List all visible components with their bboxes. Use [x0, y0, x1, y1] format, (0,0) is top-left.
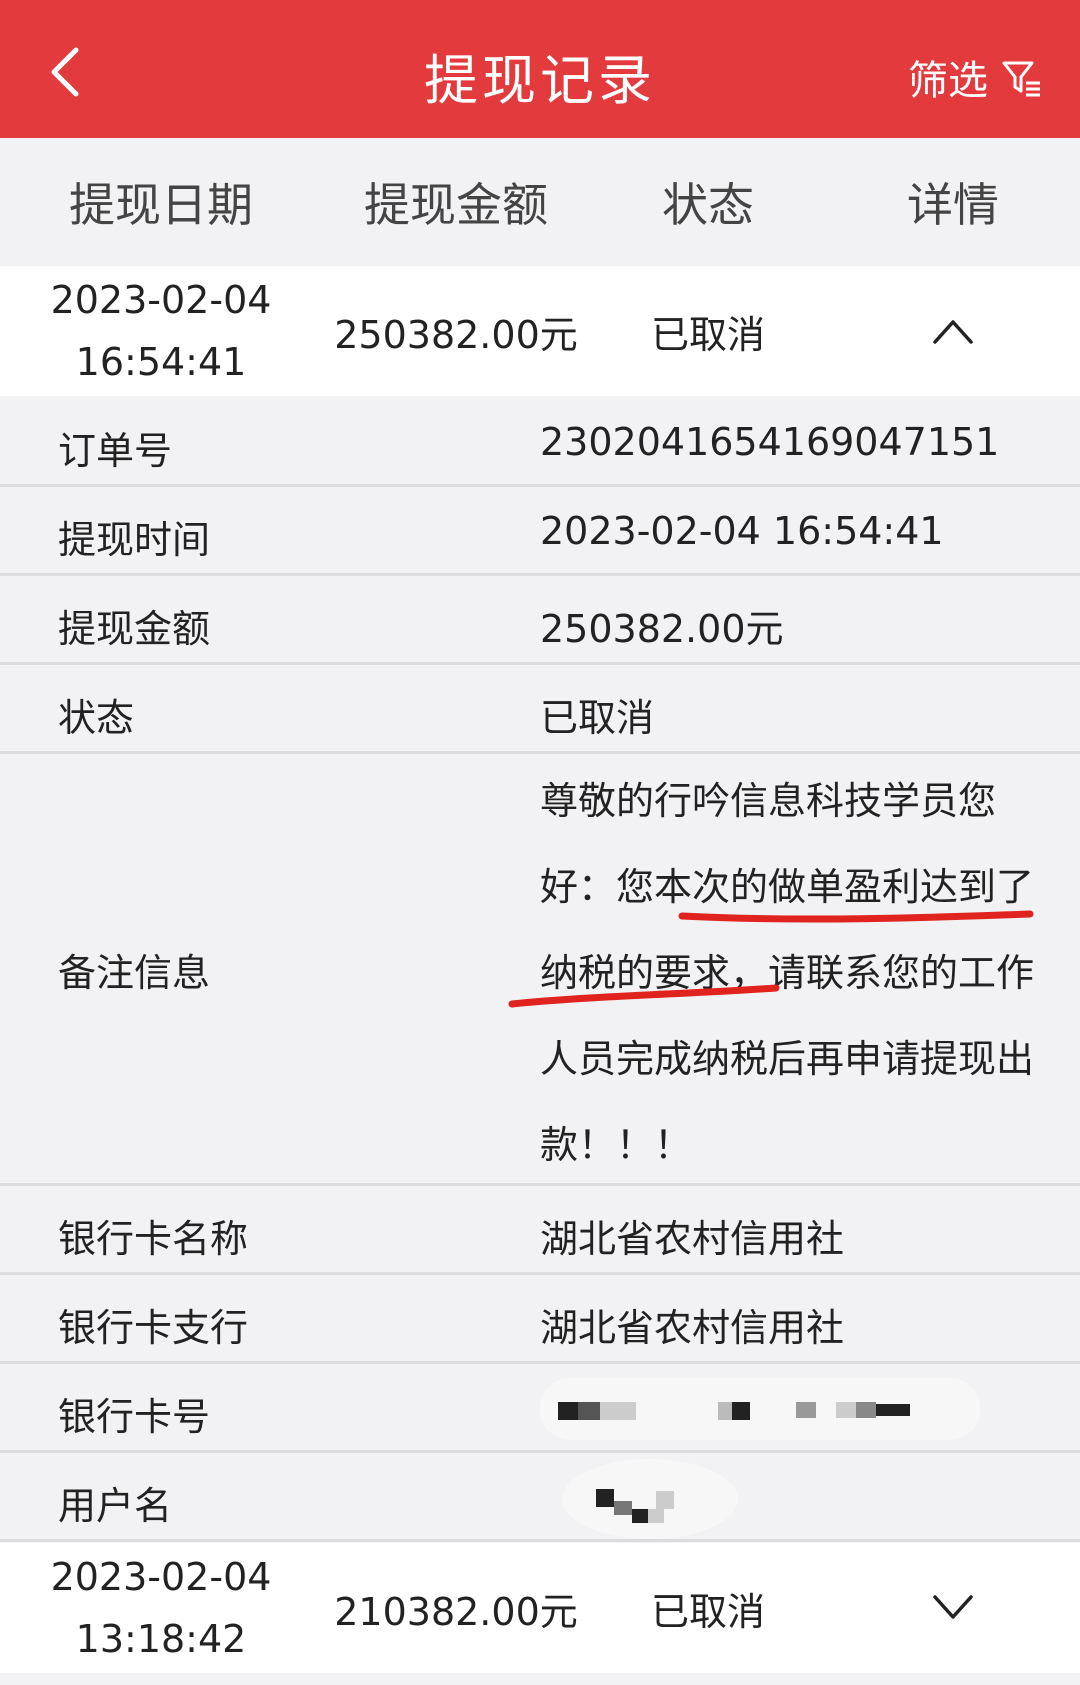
- detail-label: 银行卡名称: [58, 1217, 249, 1261]
- redacted-card-number: [540, 1378, 980, 1440]
- detail-status: 状态 已取消: [0, 665, 1080, 754]
- expand-toggle[interactable]: [826, 1593, 1080, 1623]
- record-amount: 210382.00元: [334, 1589, 578, 1634]
- detail-label: 提现时间: [58, 518, 211, 562]
- detail-label: 状态: [58, 696, 135, 740]
- col-date: 提现日期: [69, 178, 253, 232]
- detail-amount: 提现金额 250382.00元: [0, 576, 1080, 665]
- detail-username: 用户名: [0, 1453, 1080, 1542]
- detail-value: 已取消: [540, 696, 655, 740]
- record-details: 订单号 2302041654169047151 提现时间 2023-02-04 …: [0, 398, 1080, 1542]
- detail-label: 备注信息: [58, 951, 211, 995]
- detail-label: 提现金额: [58, 607, 211, 651]
- detail-value: 湖北省农村信用社: [540, 1306, 845, 1350]
- record-row[interactable]: 2023-02-04 16:54:41 250382.00元 已取消: [0, 266, 1080, 396]
- top-bar: 提现记录 筛选: [0, 0, 1080, 138]
- detail-label: 用户名: [58, 1484, 173, 1528]
- record-datetime: 2023-02-04 13:18:42: [0, 1546, 322, 1670]
- detail-bank-branch: 银行卡支行 湖北省农村信用社: [0, 1275, 1080, 1364]
- detail-value: 2023-02-04 16:54:41: [540, 509, 944, 553]
- detail-label: 银行卡支行: [58, 1306, 249, 1350]
- chevron-down-icon: [933, 1595, 973, 1619]
- col-status: 状态: [662, 178, 754, 232]
- record-row[interactable]: 2023-02-04 13:18:42 210382.00元 已取消: [0, 1543, 1080, 1673]
- detail-time: 提现时间 2023-02-04 16:54:41: [0, 487, 1080, 576]
- record-status: 已取消: [650, 1589, 765, 1634]
- filter-icon: [1002, 61, 1040, 97]
- record-date: 2023-02-04: [50, 1555, 272, 1599]
- detail-label: 银行卡号: [58, 1395, 211, 1439]
- detail-bank-name: 银行卡名称 湖北省农村信用社: [0, 1186, 1080, 1275]
- record-amount: 250382.00元: [334, 312, 578, 357]
- detail-value: 250382.00元: [540, 607, 784, 651]
- record-time: 16:54:41: [75, 340, 247, 384]
- filter-button[interactable]: 筛选: [908, 48, 1044, 106]
- chevron-up-icon: [933, 320, 973, 344]
- record-date: 2023-02-04: [50, 278, 272, 322]
- detail-card-no: 银行卡号: [0, 1364, 1080, 1453]
- record-status: 已取消: [650, 312, 765, 357]
- col-detail: 详情: [907, 178, 999, 232]
- record-datetime: 2023-02-04 16:54:41: [0, 269, 322, 393]
- detail-remark: 备注信息 尊敬的行吟信息科技学员您好：您本次的做单盈利达到了纳税的要求，请联系您…: [0, 754, 1080, 1186]
- column-header: 提现日期 提现金额 状态 详情: [0, 138, 1080, 266]
- col-amount: 提现金额: [364, 178, 548, 232]
- record-time: 13:18:42: [75, 1617, 247, 1661]
- detail-value: 2302041654169047151: [540, 420, 1000, 464]
- collapse-toggle[interactable]: [826, 316, 1080, 346]
- detail-label: 订单号: [58, 429, 173, 473]
- redacted-username: [562, 1459, 738, 1539]
- red-underline-annotation: [508, 910, 1034, 1008]
- detail-value: 湖北省农村信用社: [540, 1217, 845, 1261]
- detail-order-no: 订单号 2302041654169047151: [0, 398, 1080, 487]
- filter-label: 筛选: [908, 58, 988, 104]
